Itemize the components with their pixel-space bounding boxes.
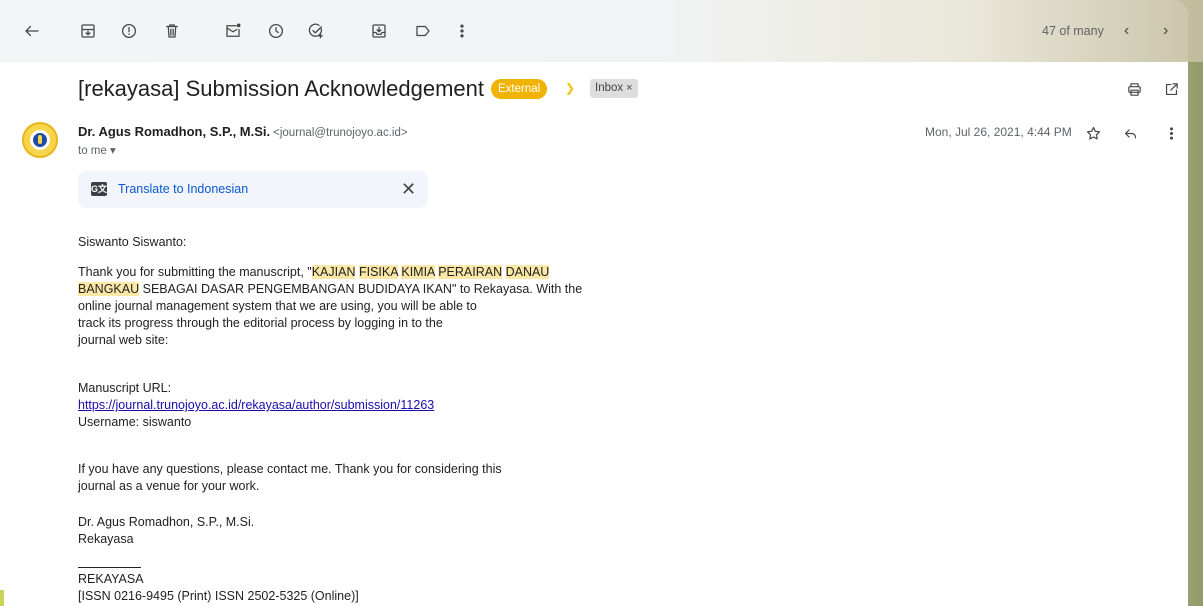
- paragraph-line: online journal management system that we…: [78, 299, 477, 313]
- paragraph-line: If you have any questions, please contac…: [78, 462, 502, 476]
- sender-email: <journal@trunojoyo.ac.id>: [273, 127, 408, 139]
- move-to-icon[interactable]: [367, 19, 391, 43]
- highlighted-term: BANGKAU: [78, 282, 140, 296]
- signature-name: Dr. Agus Romadhon, S.P., M.Si.: [78, 515, 255, 529]
- open-in-new-window-icon[interactable]: [1161, 79, 1181, 99]
- paragraph-line: Thank you for submitting the manuscript,…: [78, 264, 550, 281]
- text-fragment: SEBAGAI DASAR PENGEMBANGAN BUDIDAYA IKAN…: [139, 282, 583, 296]
- paragraph-line: journal as a venue for your work.: [78, 479, 260, 493]
- translate-link[interactable]: Translate to Indonesian: [118, 182, 248, 196]
- back-arrow-icon[interactable]: [20, 19, 44, 43]
- highlighted-term: FISIKA: [358, 265, 398, 279]
- highlighted-term: PERAIRAN: [438, 265, 503, 279]
- report-spam-icon[interactable]: [117, 19, 141, 43]
- translate-icon: G文: [91, 182, 108, 196]
- sender-name[interactable]: Dr. Agus Romadhon, S.P., M.Si.: [78, 124, 270, 139]
- star-icon[interactable]: [1083, 123, 1103, 143]
- left-edge-accent: [0, 590, 4, 606]
- greeting: Siswanto Siswanto:: [78, 235, 187, 249]
- next-message-button[interactable]: ›: [1163, 22, 1168, 40]
- previous-message-button[interactable]: ‹: [1124, 22, 1129, 40]
- delete-icon[interactable]: [160, 19, 184, 43]
- add-task-icon[interactable]: [304, 19, 328, 43]
- manuscript-url-label: Manuscript URL:: [78, 381, 172, 395]
- remove-label-icon[interactable]: ×: [626, 82, 632, 94]
- paragraph-line: BANGKAU SEBAGAI DASAR PENGEMBANGAN BUDID…: [78, 281, 582, 298]
- close-icon[interactable]: ✕: [401, 179, 416, 200]
- footer-journal-name: REKAYASA: [78, 572, 144, 586]
- importance-marker-icon[interactable]: ❯: [565, 81, 577, 95]
- message-counter: 47 of many: [1042, 24, 1104, 38]
- sender-info: Dr. Agus Romadhon, S.P., M.Si. <journal@t…: [78, 124, 408, 139]
- more-vert-icon[interactable]: [450, 19, 474, 43]
- email-subject: [rekayasa] Submission Acknowledgement: [78, 76, 484, 101]
- signature-journal: Rekayasa: [78, 532, 134, 546]
- archive-icon[interactable]: [76, 19, 100, 43]
- highlighted-term: DANAU: [505, 265, 550, 279]
- snooze-icon[interactable]: [264, 19, 288, 43]
- mark-unread-icon[interactable]: [221, 19, 245, 43]
- label-icon[interactable]: [411, 19, 435, 43]
- signature-divider: [78, 567, 141, 568]
- label-inbox-chip[interactable]: Inbox ×: [590, 79, 638, 98]
- manuscript-url-link[interactable]: https://journal.trunojoyo.ac.id/rekayasa…: [78, 397, 434, 414]
- username-line: Username: siswanto: [78, 415, 192, 429]
- sender-avatar: [22, 122, 58, 158]
- more-options-icon[interactable]: [1161, 123, 1181, 143]
- print-icon[interactable]: [1124, 79, 1144, 99]
- label-inbox-text: Inbox: [595, 82, 624, 94]
- text-fragment: Thank you for submitting the manuscript,…: [78, 265, 312, 279]
- reply-icon[interactable]: [1120, 123, 1140, 143]
- recipient-dropdown[interactable]: to me ▾: [78, 143, 116, 157]
- email-date: Mon, Jul 26, 2021, 4:44 PM: [925, 125, 1072, 139]
- translate-banner: G文 Translate to Indonesian ✕: [78, 171, 428, 208]
- paragraph-line: journal web site:: [78, 333, 169, 347]
- highlighted-term: KAJIAN: [311, 265, 356, 279]
- highlighted-term: KIMIA: [401, 265, 435, 279]
- paragraph-line: track its progress through the editorial…: [78, 316, 443, 330]
- label-external-chip[interactable]: External: [491, 79, 548, 99]
- footer-issn: [ISSN 0216-9495 (Print) ISSN 2502-5325 (…: [78, 589, 359, 603]
